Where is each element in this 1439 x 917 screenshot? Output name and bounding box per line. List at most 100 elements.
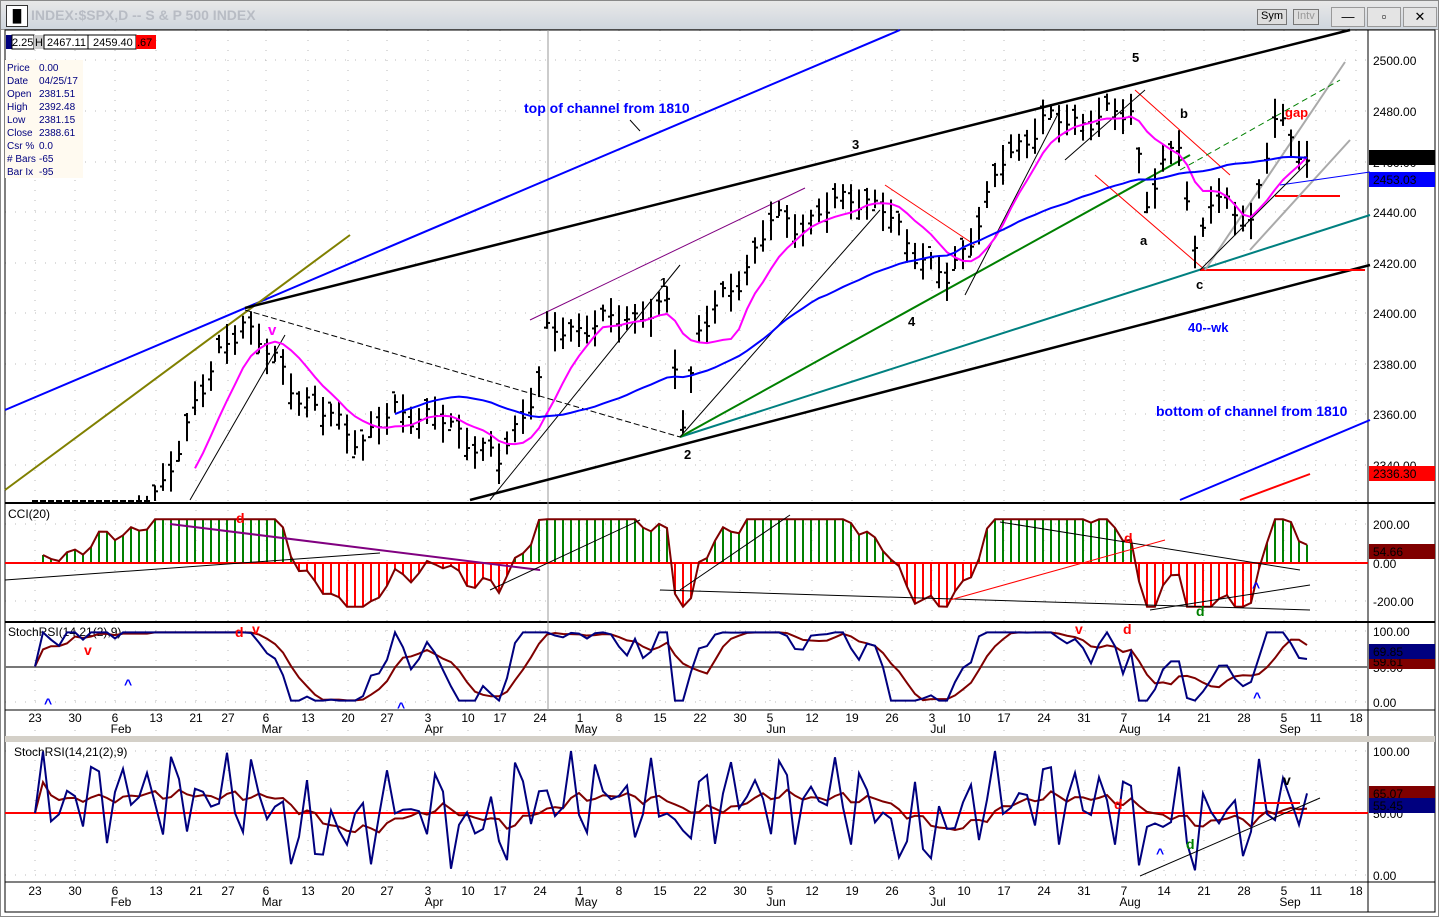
- signal-label: d: [235, 624, 244, 640]
- x-tick-label: 11: [1310, 884, 1323, 898]
- x-tick-label: 28: [1237, 711, 1251, 725]
- price-bar: [312, 385, 318, 411]
- x-tick-label: 30: [68, 884, 82, 898]
- month-label: Feb: [111, 895, 132, 909]
- chart-canvas[interactable]: top of channel from 1810 bottom of chann…: [0, 0, 1439, 917]
- signal-label: v: [1075, 621, 1083, 637]
- x-tick-label: 30: [733, 711, 747, 725]
- price-bar: [656, 291, 662, 317]
- price-bar: [1160, 144, 1166, 172]
- price-bar: [1136, 147, 1142, 174]
- price-bar: [1248, 202, 1254, 240]
- y-tick-label: 2380.00: [1373, 358, 1417, 372]
- x-tick-label: 27: [380, 711, 394, 725]
- x-tick-label: 20: [341, 884, 355, 898]
- price-bar: [248, 311, 254, 345]
- x-tick-label: 23: [28, 711, 42, 725]
- x-tick-label: 18: [1349, 711, 1363, 725]
- pane-separator[interactable]: [5, 736, 1435, 742]
- signal-label: ^: [397, 699, 405, 715]
- price-bar: [472, 436, 478, 469]
- month-label: Apr: [425, 722, 444, 736]
- price-bar: [280, 349, 286, 385]
- price-bar: [1264, 142, 1270, 174]
- x-tick-label: 14: [1157, 884, 1171, 898]
- info-value: 0.00: [39, 63, 59, 74]
- last-value-text: 54.66: [1373, 545, 1403, 559]
- wave-label: a: [1140, 233, 1148, 248]
- x-tick-label: 17: [997, 711, 1011, 725]
- last-value-text: 2461.43: [1373, 151, 1417, 165]
- price-bar: [984, 181, 990, 209]
- x-tick-label: 24: [533, 711, 547, 725]
- price-bar: [760, 220, 766, 252]
- svg-text:2467.11: 2467.11: [47, 37, 86, 49]
- price-bar: [1104, 93, 1110, 111]
- x-tick-label: 28: [1237, 884, 1251, 898]
- wave-label: 5: [1132, 50, 1139, 65]
- x-tick-label: 11: [1310, 711, 1323, 725]
- price-bar: [336, 401, 342, 430]
- price-bar: [344, 414, 350, 454]
- last-value-text: 2453.03: [1373, 173, 1417, 187]
- y-tick-label: -200.00: [1373, 595, 1414, 609]
- price-bar: [552, 312, 558, 352]
- x-tick-label: 22: [693, 884, 707, 898]
- price-bar: [856, 189, 862, 220]
- x-tick-label: 27: [380, 884, 394, 898]
- x-tick-label: 21: [1197, 884, 1211, 898]
- price-bar: [200, 374, 206, 408]
- price-bar: [696, 315, 702, 343]
- info-label: Low: [7, 115, 26, 126]
- x-tick-label: 23: [28, 884, 42, 898]
- price-bar: [920, 243, 926, 280]
- price-bar: [896, 210, 902, 236]
- price-bar: [1096, 97, 1102, 137]
- svg-text:H: H: [35, 37, 43, 49]
- x-tick-label: 24: [1037, 711, 1051, 725]
- bottom-trend-line: [1139, 797, 1321, 877]
- price-bar: [304, 387, 310, 418]
- x-tick-label: 12: [805, 884, 819, 898]
- y-tick-label: 2420.00: [1373, 257, 1417, 271]
- price-bar: [1072, 104, 1078, 135]
- fast-moving-average-line: [194, 115, 1308, 469]
- x-tick-label: 15: [653, 884, 667, 898]
- x-tick-label: 12: [805, 711, 819, 725]
- month-label: Jun: [766, 895, 785, 909]
- price-bar: [520, 399, 526, 434]
- forty-week-label: 40--wk: [1188, 320, 1229, 335]
- price-bar: [160, 463, 166, 491]
- price-bar: [768, 201, 774, 241]
- price-bar: [464, 427, 470, 461]
- x-tick-label: 26: [885, 884, 899, 898]
- x-tick-label: 13: [301, 884, 315, 898]
- month-label: Aug: [1119, 895, 1140, 909]
- x-tick-label: 19: [845, 711, 859, 725]
- signal-label: d: [1186, 836, 1195, 852]
- info-value: -95: [39, 167, 54, 178]
- price-bar: [384, 403, 390, 435]
- svg-text:2.25: 2.25: [12, 37, 33, 49]
- price-bar: [1080, 113, 1086, 141]
- price-bar: [624, 306, 630, 331]
- bottom-channel-label: bottom of channel from 1810: [1156, 403, 1348, 419]
- price-bar: [296, 391, 302, 416]
- x-tick-label: 13: [149, 884, 163, 898]
- price-bar: [816, 198, 822, 223]
- price-bar: [184, 413, 190, 442]
- month-label: Jul: [930, 895, 945, 909]
- x-tick-label: 13: [149, 711, 163, 725]
- price-bar: [376, 406, 382, 445]
- price-bar: [560, 317, 566, 350]
- price-bar: [992, 162, 998, 188]
- y-tick-label: 200.00: [1373, 518, 1410, 532]
- signal-label: v: [84, 642, 92, 658]
- x-tick-label: 15: [653, 711, 667, 725]
- price-bar: [880, 192, 886, 232]
- svg-text:2459.40: 2459.40: [93, 37, 133, 49]
- price-bar: [1000, 145, 1006, 185]
- price-bar: [864, 187, 870, 220]
- info-label: Csr %: [7, 141, 34, 152]
- chart-frame: [4, 29, 1436, 913]
